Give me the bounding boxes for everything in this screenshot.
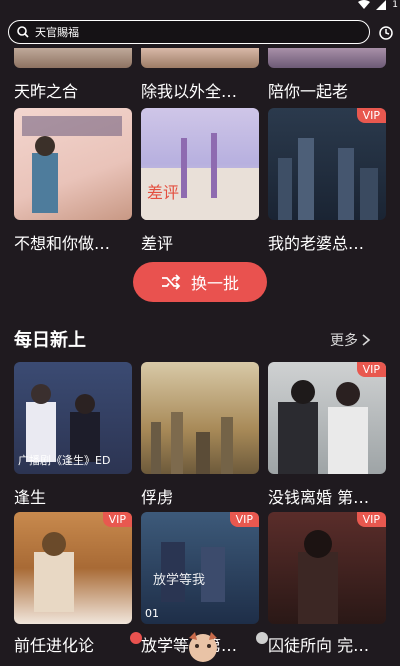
more-link[interactable]: 更多 (330, 330, 371, 350)
album-title[interactable]: 俘虏 (141, 484, 261, 508)
album-cover[interactable]: 放学等我 01 VIP (141, 512, 259, 624)
vip-badge: VIP (356, 108, 386, 123)
clock-icon (379, 26, 393, 40)
cover-art (151, 412, 233, 474)
album-title[interactable]: 陪你一起老 (268, 78, 388, 102)
album-cover[interactable]: VIP (268, 108, 386, 220)
vip-badge: VIP (229, 512, 259, 527)
album-cover[interactable]: VIP (14, 512, 132, 624)
mascot-icon[interactable] (183, 628, 223, 666)
album-cover[interactable] (14, 48, 132, 68)
history-button[interactable] (378, 25, 394, 41)
album-title[interactable]: 没钱离婚 第… (268, 484, 388, 508)
album-title[interactable]: 不想和你做… (14, 230, 134, 254)
profile-dot[interactable] (256, 632, 268, 644)
album-row: 差评 VIP 不想和你做… 差评 我的老婆总… (0, 108, 400, 258)
top-row: 天昨之合 除我以外全… 陪你一起老 (0, 48, 400, 108)
wifi-icon (358, 0, 371, 9)
search-bar: 天官賜福 (0, 18, 400, 48)
album-title[interactable]: 差评 (141, 230, 261, 254)
album-title[interactable]: 逢生 (14, 484, 134, 508)
album-cover[interactable]: 广播剧《逢生》ED (14, 362, 132, 474)
cover-art (298, 530, 338, 624)
album-title[interactable]: 我的老婆总… (268, 230, 388, 254)
shuffle-icon (161, 274, 181, 290)
daily-row: 广播剧《逢生》ED VIP 逢生 俘虏 没钱离婚 第… (0, 362, 400, 510)
shuffle-button[interactable]: 换一批 (133, 262, 267, 302)
cover-art (278, 380, 368, 474)
album-title[interactable]: 天昨之合 (14, 78, 134, 102)
album-cover[interactable]: VIP (268, 362, 386, 474)
section-title: 每日新上 (14, 330, 86, 351)
svg-text:差评: 差评 (147, 183, 179, 202)
album-cover[interactable] (141, 362, 259, 474)
svg-text:放学等我: 放学等我 (153, 572, 205, 588)
cover-art (278, 138, 378, 220)
cover-caption: 广播剧《逢生》ED (18, 454, 111, 467)
status-bar: 1 (0, 0, 400, 14)
cover-art (34, 532, 74, 612)
album-cover[interactable] (141, 48, 259, 68)
floating-mascot-area (0, 628, 400, 666)
album-title[interactable]: 除我以外全… (141, 78, 261, 102)
search-icon (17, 26, 29, 38)
signal-icon (376, 0, 387, 10)
more-label: 更多 (330, 333, 358, 349)
album-cover[interactable]: VIP (268, 512, 386, 624)
cover-art: 差评 (141, 133, 259, 220)
search-query: 天官賜福 (35, 26, 79, 39)
chevron-right-icon (362, 334, 371, 346)
shuffle-label: 换一批 (190, 274, 239, 293)
record-dot[interactable] (130, 632, 142, 644)
cover-art (22, 116, 122, 213)
status-icons: 1 (358, 0, 398, 10)
album-cover[interactable] (14, 108, 132, 220)
vip-badge: VIP (102, 512, 132, 527)
search-input[interactable]: 天官賜福 (8, 20, 370, 44)
vip-badge: VIP (356, 512, 386, 527)
episode-index: 01 (145, 607, 159, 620)
album-cover[interactable] (268, 48, 386, 68)
vip-badge: VIP (356, 362, 386, 377)
album-cover[interactable]: 差评 (141, 108, 259, 220)
battery-label: 1 (392, 0, 398, 10)
